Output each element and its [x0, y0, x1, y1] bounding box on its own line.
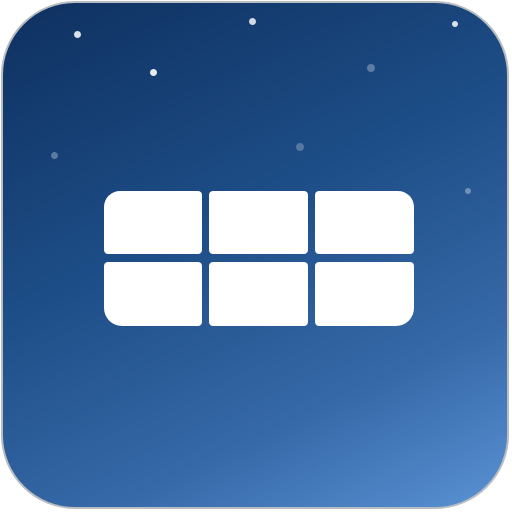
star-dot: [150, 69, 157, 76]
grid-cell: [315, 262, 414, 326]
star-dot: [249, 18, 256, 25]
grid-cell: [104, 191, 202, 254]
grid-icon: [104, 191, 414, 326]
star-dot: [296, 143, 304, 151]
grid-cell: [315, 191, 414, 254]
app-icon-tile[interactable]: [1, 1, 509, 509]
grid-cell: [104, 262, 202, 326]
grid-cell: [209, 191, 308, 254]
grid-cell: [209, 262, 308, 326]
star-dot: [367, 64, 375, 72]
star-dot: [51, 152, 58, 159]
star-dot: [452, 21, 458, 27]
star-dot: [465, 188, 471, 194]
star-dot: [74, 31, 81, 38]
